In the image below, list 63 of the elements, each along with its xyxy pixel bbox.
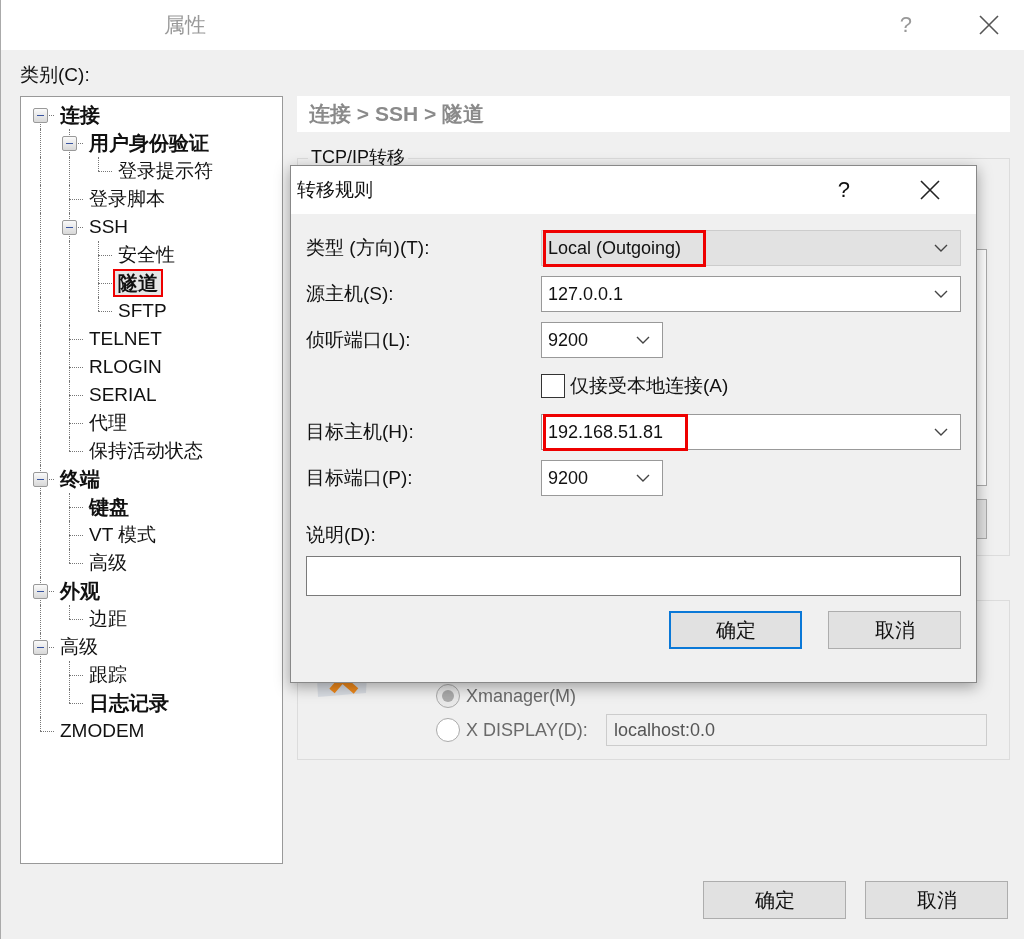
field-label: 目标主机(H):	[306, 420, 415, 444]
tree-item[interactable]: 跟踪	[86, 663, 130, 687]
radio-button[interactable]	[436, 684, 460, 708]
field-label: 侦听端口(L):	[306, 328, 412, 352]
tree-item[interactable]: SSH	[86, 215, 132, 239]
checkbox-label: 仅接受本地连接(A)	[570, 374, 729, 398]
tree-item[interactable]: 高级	[86, 551, 130, 575]
tree-item[interactable]: SERIAL	[86, 383, 160, 407]
dialog-title: 转移规则	[296, 178, 374, 202]
tree-item[interactable]: 安全性	[115, 243, 178, 267]
tree-item[interactable]: SFTP	[115, 299, 170, 323]
tree-item[interactable]: VT 模式	[86, 523, 160, 547]
tree-item[interactable]: 用户身份验证	[86, 131, 212, 155]
help-button[interactable]: ?	[837, 177, 850, 203]
dialog-button[interactable]: 取消	[865, 881, 1008, 919]
chevron-down-icon	[636, 336, 650, 344]
tree-item[interactable]: 键盘	[86, 495, 132, 519]
chevron-down-icon	[934, 244, 948, 252]
description-field[interactable]	[306, 556, 961, 596]
tree-item[interactable]: 登录脚本	[86, 187, 168, 211]
field-label: 源主机(S):	[306, 282, 395, 306]
dropdown[interactable]: 9200	[541, 322, 663, 358]
category-label: 类别(C):	[20, 63, 91, 87]
collapse-icon[interactable]	[33, 108, 48, 123]
dialog-button[interactable]: 取消	[828, 611, 961, 649]
field-label: 说明(D):	[306, 523, 377, 547]
tree-item[interactable]: 隧道	[115, 271, 161, 295]
checkbox[interactable]	[541, 374, 565, 398]
chevron-down-icon	[636, 474, 650, 482]
tree-item[interactable]: RLOGIN	[86, 355, 165, 379]
tree-item[interactable]: TELNET	[86, 327, 165, 351]
dropdown[interactable]: 9200	[541, 460, 663, 496]
chevron-down-icon	[934, 428, 948, 436]
radio-button[interactable]	[436, 718, 460, 742]
window-title: 属性	[163, 12, 207, 38]
dialog-button[interactable]: 确定	[669, 611, 802, 649]
tree-item[interactable]: ZMODEM	[57, 719, 148, 743]
tree-item[interactable]: 终端	[57, 467, 103, 491]
collapse-icon[interactable]	[62, 136, 77, 151]
radio-label: X DISPLAY(D):	[466, 719, 589, 741]
breadcrumb: 连接 > SSH > 隧道	[297, 96, 1010, 132]
tree-item[interactable]: 高级	[57, 635, 101, 659]
chevron-down-icon	[934, 290, 948, 298]
collapse-icon[interactable]	[33, 472, 48, 487]
tree-item[interactable]: 外观	[57, 579, 103, 603]
tree-item[interactable]: 边距	[86, 607, 130, 631]
tree-item[interactable]: 连接	[57, 103, 103, 127]
display-field[interactable]: localhost:0.0	[606, 714, 987, 746]
close-icon[interactable]	[920, 180, 940, 200]
collapse-icon[interactable]	[33, 584, 48, 599]
tree-item[interactable]: 代理	[86, 411, 130, 435]
dropdown[interactable]: 127.0.0.1	[541, 276, 961, 312]
field-label: 类型 (方向)(T):	[306, 236, 431, 260]
close-icon[interactable]	[978, 14, 1000, 36]
radio-label: Xmanager(M)	[466, 685, 578, 707]
collapse-icon[interactable]	[62, 220, 77, 235]
dropdown[interactable]: 192.168.51.81	[541, 414, 961, 450]
field-label: 目标端口(P):	[306, 466, 414, 490]
tree-item[interactable]: 登录提示符	[115, 159, 216, 183]
tree-item[interactable]: 日志记录	[86, 691, 172, 715]
tree-item[interactable]: 保持活动状态	[86, 439, 206, 463]
dialog-button[interactable]: 确定	[703, 881, 846, 919]
collapse-icon[interactable]	[33, 640, 48, 655]
